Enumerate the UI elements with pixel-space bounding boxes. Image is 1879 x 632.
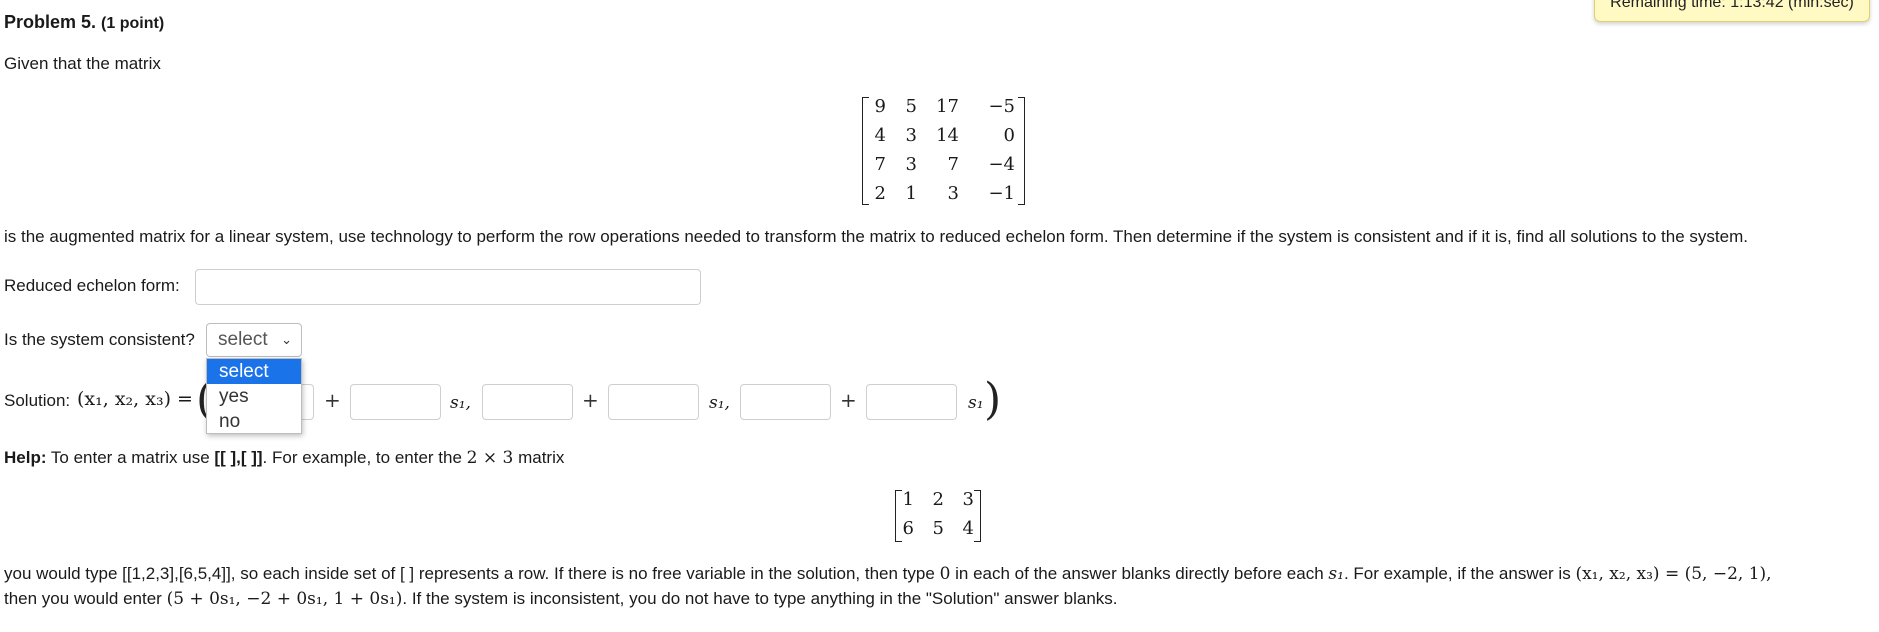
help-math-example-entry: (5 + 0s₁, −2 + 0s₁, 1 + 0s₁) — [166, 589, 403, 609]
problem-intro: Given that the matrix — [4, 54, 161, 73]
problem-number: Problem 5. — [4, 12, 97, 32]
matrix-cell: −1 — [988, 183, 1015, 204]
problem-title: Problem 5. (1 point) — [4, 12, 164, 33]
matrix-cell: 5 — [905, 96, 917, 117]
solution-lhs: (x₁, x₂, x₃) = — [77, 388, 193, 410]
remaining-time-badge: Remaining time: 1:13:42 (min:sec) — [1594, 0, 1870, 22]
rref-input[interactable] — [195, 269, 701, 305]
solution-close-paren: ) — [984, 374, 1002, 425]
help-line-2: you would type [[1,2,3],[6,5,4]], so eac… — [4, 564, 1772, 584]
matrix-cell: 3 — [947, 183, 959, 204]
solution-x3-coef-input[interactable] — [866, 384, 957, 420]
remaining-time-text: Remaining time: 1:13:42 (min:sec) — [1610, 0, 1854, 11]
matrix-cell: 1 — [902, 489, 914, 510]
help-text: . For example, if the answer is — [1343, 564, 1571, 583]
var-s1: s₁, — [709, 393, 730, 413]
solution-x1-coef-input[interactable] — [350, 384, 441, 420]
dropdown-option-no[interactable]: no — [207, 409, 301, 434]
solution-x2-coef-input[interactable] — [608, 384, 699, 420]
matrix-cell: 9 — [874, 96, 886, 117]
matrix-cell: 17 — [936, 96, 959, 117]
matrix-cell: 0 — [1003, 125, 1015, 146]
example-matrix-cells: 123654 — [893, 485, 983, 543]
help-math-dimension: 2 × 3 — [466, 448, 514, 468]
consistent-select[interactable]: select ⌄ — [206, 323, 302, 357]
help-text: in each of the answer blanks directly be… — [955, 564, 1324, 583]
matrix-cell: 3 — [905, 154, 917, 175]
matrix-cell: 5 — [932, 518, 944, 539]
matrix-cell: 2 — [932, 489, 944, 510]
problem-points: (1 point) — [101, 15, 165, 32]
plus-sign: + — [840, 388, 857, 412]
var-s1: s₁, — [450, 393, 471, 413]
plus-sign: + — [582, 388, 599, 412]
example-matrix-right-bracket — [974, 490, 981, 542]
matrix-cell: 7 — [947, 154, 959, 175]
matrix-right-bracket — [1018, 97, 1025, 205]
problem-statement: is the augmented matrix for a linear sys… — [4, 227, 1748, 246]
help-matrix-syntax: [[ ],[ ]] — [214, 448, 263, 467]
help-text: To enter a matrix use — [50, 448, 210, 467]
matrix-cell: 4 — [874, 125, 886, 146]
chevron-down-icon: ⌄ — [281, 332, 292, 347]
help-line-3: then you would enter (5 + 0s₁, −2 + 0s₁,… — [4, 589, 1118, 609]
solution-x2-const-input[interactable] — [482, 384, 573, 420]
help-text: then you would enter — [4, 589, 162, 608]
consistent-dropdown-list[interactable]: select yes no — [206, 358, 302, 434]
help-line-1: Help: To enter a matrix use [[ ],[ ]]. F… — [4, 448, 564, 468]
dropdown-option-select[interactable]: select — [207, 359, 301, 384]
help-math-zero: 0 — [939, 564, 951, 584]
consistent-label: Is the system consistent? — [4, 330, 195, 349]
matrix-cell: 6 — [902, 518, 914, 539]
help-text: you would type [[1,2,3],[6,5,4]], so eac… — [4, 564, 935, 583]
help-label: Help: — [4, 448, 47, 467]
matrix-cell: 14 — [936, 125, 959, 146]
matrix-cells: 9 5 17 −5 4 3 14 0 7 3 7 −4 2 1 3 −1 — [864, 92, 1024, 208]
matrix-cell: 7 — [874, 154, 886, 175]
consistent-select-value: select — [218, 329, 268, 350]
solution-x3-const-input[interactable] — [740, 384, 831, 420]
help-math-s1: s₁ — [1328, 564, 1344, 584]
matrix-cell: 1 — [905, 183, 917, 204]
var-s1: s₁ — [968, 393, 984, 413]
solution-label: Solution: — [4, 391, 71, 410]
help-text: matrix — [518, 448, 565, 467]
matrix-cell: 3 — [905, 125, 917, 146]
plus-sign: + — [324, 388, 341, 412]
dropdown-option-yes[interactable]: yes — [207, 384, 301, 409]
matrix-cell: −4 — [988, 154, 1015, 175]
matrix-cell: −5 — [988, 96, 1015, 117]
rref-label: Reduced echelon form: — [4, 276, 180, 295]
help-text: . If the system is inconsistent, you do … — [402, 589, 1118, 608]
help-text: . For example, to enter the — [262, 448, 462, 467]
matrix-cell: 2 — [874, 183, 886, 204]
help-math-example-answer: (x₁, x₂, x₃) = (5, −2, 1), — [1575, 564, 1772, 584]
